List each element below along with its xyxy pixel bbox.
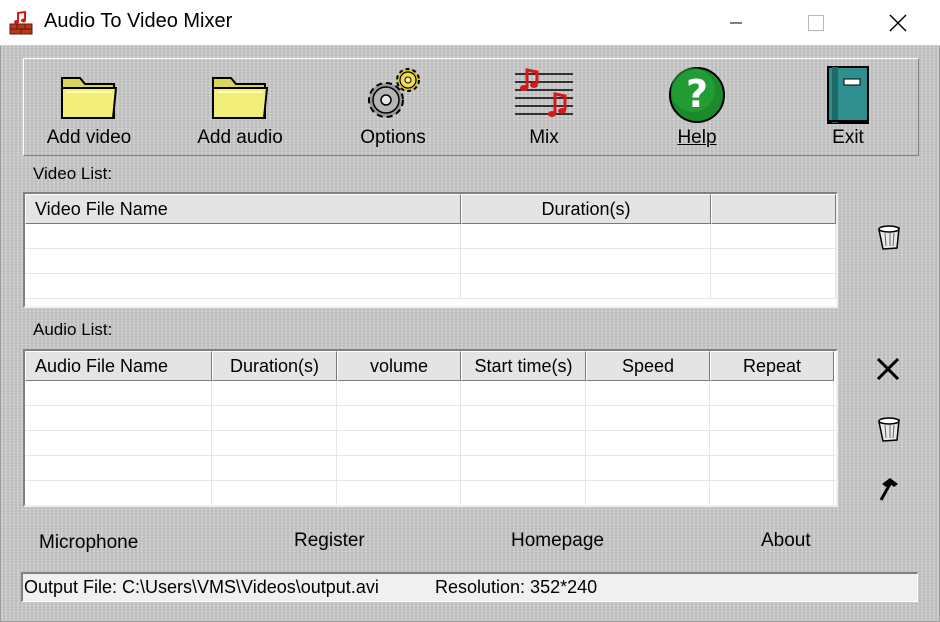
table-row[interactable] [25, 381, 836, 406]
video-remove-button[interactable] [872, 220, 906, 254]
exit-button[interactable]: Exit [783, 65, 913, 153]
window-title: Audio To Video Mixer [44, 10, 233, 32]
maximize-button[interactable] [786, 0, 846, 46]
close-icon [889, 14, 907, 32]
minimize-button[interactable] [706, 0, 766, 46]
about-link[interactable]: About [761, 530, 811, 552]
gears-icon [361, 65, 425, 125]
audio-file-name-column-header[interactable]: Audio File Name [25, 351, 212, 381]
table-row[interactable] [25, 456, 836, 481]
add-audio-button[interactable]: Add audio [175, 65, 305, 153]
register-link[interactable]: Register [294, 530, 365, 552]
audio-edit-button[interactable] [872, 472, 906, 506]
hammer-icon [879, 478, 898, 501]
music-notes-icon [512, 65, 576, 125]
table-row[interactable] [25, 406, 836, 431]
audio-list-header: Audio File Name Duration(s) volume Start… [25, 351, 836, 381]
title-bar: Audio To Video Mixer [0, 0, 940, 46]
exit-label: Exit [832, 127, 864, 148]
audio-volume-column-header[interactable]: volume [337, 351, 461, 381]
table-row[interactable] [25, 249, 836, 274]
video-extra-column-header[interactable] [711, 194, 836, 224]
add-audio-label: Add audio [197, 127, 283, 148]
status-bar: Output File: C:\Users\VMS\Videos\output.… [21, 572, 918, 602]
help-button[interactable]: ? Help [632, 65, 762, 153]
homepage-link[interactable]: Homepage [511, 530, 604, 552]
video-list-header: Video File Name Duration(s) [25, 194, 836, 224]
audio-list[interactable]: Audio File Name Duration(s) volume Start… [23, 349, 838, 507]
table-row[interactable] [25, 274, 836, 299]
add-video-button[interactable]: Add video [24, 65, 154, 153]
options-label: Options [360, 127, 426, 148]
audio-remove-button[interactable] [872, 412, 906, 446]
folder-icon [208, 65, 272, 125]
folder-icon [57, 65, 121, 125]
add-video-label: Add video [46, 127, 132, 148]
app-icon [9, 10, 33, 35]
trash-icon [878, 417, 900, 442]
audio-list-label: Audio List: [33, 320, 113, 339]
video-file-name-column-header[interactable]: Video File Name [25, 194, 461, 224]
video-list[interactable]: Video File Name Duration(s) [23, 192, 838, 308]
close-x-icon [876, 357, 900, 381]
microphone-link[interactable]: Microphone [39, 532, 138, 554]
video-duration-column-header[interactable]: Duration(s) [461, 194, 711, 224]
toolbar: Add video Add audio Options Mix ? Help E… [23, 58, 919, 156]
minimize-icon [730, 22, 742, 24]
options-button[interactable]: Options [328, 65, 458, 153]
resolution-status: Resolution: 352*240 [435, 577, 598, 597]
trash-icon [878, 225, 900, 250]
table-row[interactable] [25, 431, 836, 456]
table-row[interactable] [25, 481, 836, 505]
table-row[interactable] [25, 224, 836, 249]
output-file-status: Output File: C:\Users\VMS\Videos\output.… [24, 577, 379, 597]
audio-delete-button[interactable] [871, 352, 905, 386]
main-window: Add video Add audio Options Mix ? Help E… [0, 46, 940, 622]
audio-duration-column-header[interactable]: Duration(s) [212, 351, 337, 381]
svg-text:?: ? [686, 72, 708, 116]
help-question-icon: ? [665, 65, 729, 125]
exit-book-icon [816, 65, 880, 125]
audio-speed-column-header[interactable]: Speed [586, 351, 710, 381]
video-list-label: Video List: [33, 164, 113, 183]
mix-label: Mix [529, 127, 559, 148]
close-button[interactable] [868, 0, 928, 46]
audio-repeat-column-header[interactable]: Repeat [710, 351, 834, 381]
audio-start-time-column-header[interactable]: Start time(s) [461, 351, 586, 381]
mix-button[interactable]: Mix [479, 65, 609, 153]
maximize-icon [808, 15, 824, 31]
help-label: Help [677, 127, 717, 148]
